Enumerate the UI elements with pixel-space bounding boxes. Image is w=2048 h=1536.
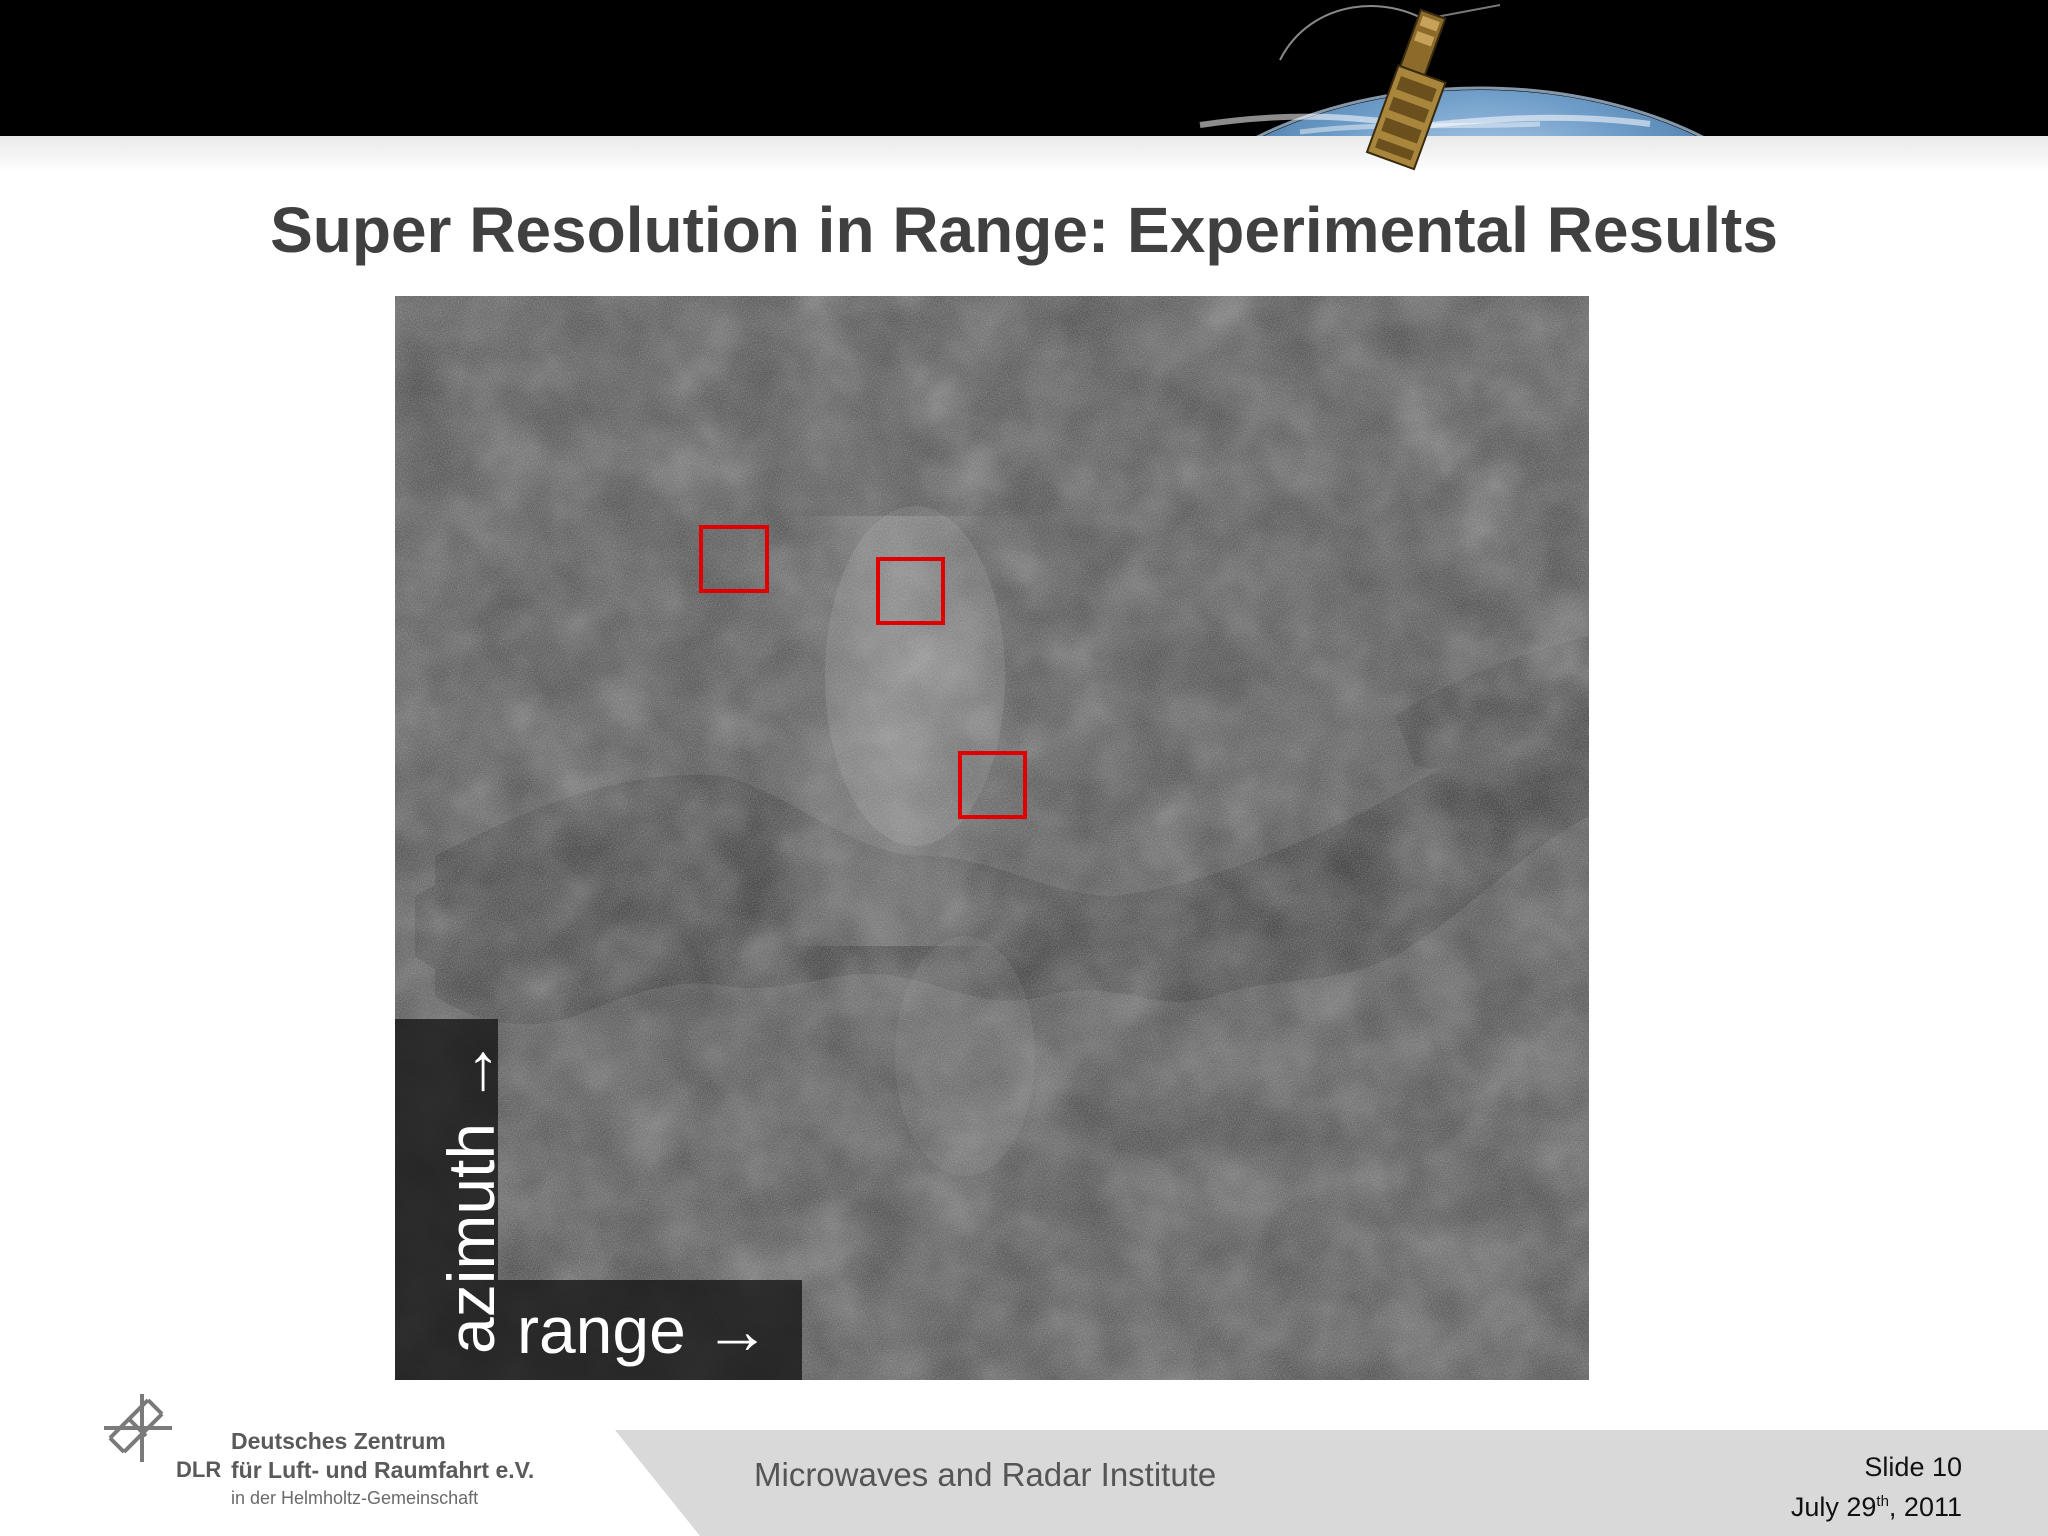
slide-title: Super Resolution in Range: Experimental … xyxy=(270,194,1778,266)
sar-image-graphic xyxy=(395,296,1589,1380)
roi-box-1 xyxy=(699,525,769,593)
range-label: range → xyxy=(517,1293,771,1367)
roi-box-2 xyxy=(876,557,945,625)
sar-image: azimuth → range → xyxy=(395,296,1589,1380)
slide-number: Slide 10 xyxy=(1864,1452,1962,1482)
azimuth-label: azimuth → xyxy=(434,1038,508,1354)
dlr-logo-icon xyxy=(104,1394,172,1462)
header-banner xyxy=(0,0,2048,136)
org-name-line1: Deutsches Zentrum xyxy=(231,1428,446,1454)
org-name-line2: für Luft- und Raumfahrt e.V. xyxy=(231,1457,535,1483)
institute-name: Microwaves and Radar Institute xyxy=(754,1456,1217,1493)
date-suffix: th xyxy=(1876,1493,1889,1510)
date-year: , 2011 xyxy=(1888,1492,1962,1522)
roi-box-3 xyxy=(958,751,1027,819)
satellite-icon xyxy=(1279,4,1501,171)
dlr-abbreviation: DLR xyxy=(176,1457,222,1482)
org-name-line3: in der Helmholtz-Gemeinschaft xyxy=(231,1488,479,1508)
date-month-day: July 29 xyxy=(1790,1492,1877,1522)
slide-date: July 29th, 2011 xyxy=(1791,1492,1962,1523)
header-fade xyxy=(0,136,2048,172)
earth-horizon-graphic xyxy=(1199,86,1704,136)
